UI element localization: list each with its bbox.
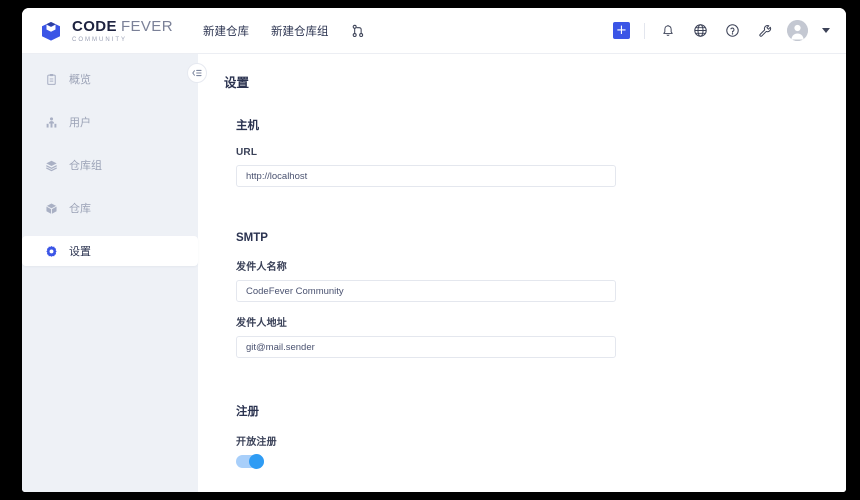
users-icon bbox=[44, 115, 58, 129]
main-content: 设置 主机 URL SMTP 发件人名称 发件人地址 注册 开放注册 bbox=[198, 54, 846, 492]
screenshot-root: CODE FEVER COMMUNITY 新建仓库 新建仓库组 + 概览 用户 … bbox=[0, 0, 860, 500]
brand-text: CODE FEVER COMMUNITY bbox=[72, 18, 173, 43]
codefever-cube-logo-icon bbox=[38, 18, 64, 44]
layers-icon bbox=[44, 158, 58, 172]
bell-icon[interactable] bbox=[659, 22, 677, 40]
sender-address-input[interactable] bbox=[236, 336, 616, 358]
sidebar-item-settings[interactable]: 设置 bbox=[22, 236, 198, 266]
sidebar-item-label: 概览 bbox=[69, 74, 91, 86]
user-avatar-icon[interactable] bbox=[787, 20, 808, 41]
collapse-sidebar-icon[interactable] bbox=[187, 63, 207, 83]
app-header: CODE FEVER COMMUNITY 新建仓库 新建仓库组 + bbox=[22, 8, 846, 54]
top-navigation: 新建仓库 新建仓库组 bbox=[203, 23, 367, 39]
gear-icon bbox=[44, 244, 58, 258]
clipboard-icon bbox=[44, 72, 58, 86]
add-new-button[interactable]: + bbox=[613, 22, 630, 39]
sidebar-item-repository-group[interactable]: 仓库组 bbox=[22, 150, 198, 180]
section-title-register: 注册 bbox=[236, 406, 259, 418]
help-circle-icon[interactable] bbox=[723, 22, 741, 40]
box-icon bbox=[44, 201, 58, 215]
section-title-host: 主机 bbox=[236, 120, 259, 132]
sidebar-item-label: 仓库组 bbox=[69, 160, 102, 172]
url-input[interactable] bbox=[236, 165, 616, 187]
brand-subtitle: COMMUNITY bbox=[72, 37, 127, 43]
open-register-toggle[interactable] bbox=[236, 454, 264, 469]
sidebar: 概览 用户 仓库组 仓库 设置 bbox=[22, 54, 207, 492]
chevron-down-icon[interactable] bbox=[822, 28, 830, 33]
globe-icon[interactable] bbox=[691, 22, 709, 40]
page-title: 设置 bbox=[224, 76, 250, 90]
merge-request-icon[interactable] bbox=[350, 23, 366, 39]
wrench-icon[interactable] bbox=[755, 22, 773, 40]
settings-form: 主机 URL SMTP 发件人名称 发件人地址 注册 开放注册 保存 bbox=[224, 117, 846, 492]
label-sender-name: 发件人名称 bbox=[236, 262, 287, 273]
sidebar-item-label: 设置 bbox=[69, 246, 91, 258]
sidebar-item-overview[interactable]: 概览 bbox=[22, 64, 198, 94]
header-divider bbox=[644, 22, 645, 39]
sidebar-item-repository[interactable]: 仓库 bbox=[22, 193, 198, 223]
label-url: URL bbox=[236, 147, 258, 158]
sidebar-item-label: 仓库 bbox=[69, 203, 91, 215]
nav-new-repository-group[interactable]: 新建仓库组 bbox=[271, 23, 329, 39]
nav-new-repository[interactable]: 新建仓库 bbox=[203, 23, 249, 39]
sidebar-item-users[interactable]: 用户 bbox=[22, 107, 198, 137]
toggle-knob bbox=[249, 454, 264, 469]
app-body: 概览 用户 仓库组 仓库 设置 设置 主机 URL http://localho… bbox=[22, 54, 846, 492]
section-title-smtp: SMTP bbox=[236, 232, 268, 244]
app-window: CODE FEVER COMMUNITY 新建仓库 新建仓库组 + 概览 用户 … bbox=[22, 8, 846, 492]
brand-name-light: FEVER bbox=[120, 18, 173, 35]
sidebar-item-label: 用户 bbox=[69, 117, 91, 129]
sender-name-input[interactable] bbox=[236, 280, 616, 302]
label-sender-address: 发件人地址 bbox=[236, 318, 287, 329]
brand-name-bold: CODE bbox=[72, 18, 117, 35]
header-actions: + bbox=[613, 20, 830, 41]
label-open-register: 开放注册 bbox=[236, 437, 277, 448]
brand-logo[interactable]: CODE FEVER COMMUNITY bbox=[32, 18, 173, 44]
